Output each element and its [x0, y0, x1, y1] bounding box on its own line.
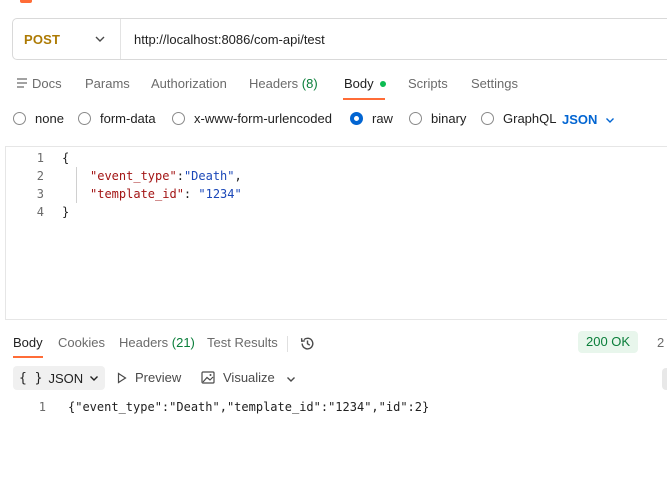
radio-label: binary	[431, 111, 467, 126]
code-line: "template_id": "1234"	[90, 187, 242, 201]
line-number: 2	[36, 169, 44, 183]
json-sep: :	[176, 169, 184, 183]
tab-body[interactable]: Body	[344, 76, 386, 91]
response-toolbar: { } JSON Preview Visualize	[0, 366, 667, 392]
tab-docs-label: Docs	[32, 76, 62, 91]
radio-raw[interactable]: raw	[350, 111, 393, 126]
body-indicator-dot	[379, 80, 386, 87]
radio-circle	[409, 112, 422, 125]
tab-headers-label: Headers	[249, 76, 299, 91]
radio-binary[interactable]: binary	[409, 111, 466, 126]
json-key: "event_type"	[90, 169, 177, 183]
chevron-down-icon	[95, 36, 105, 42]
json-key: "template_id"	[90, 187, 184, 201]
tab-params[interactable]: Params	[85, 76, 130, 91]
tab-settings[interactable]: Settings	[471, 76, 518, 91]
request-tabs: Docs Params Authorization Headers (8) Bo…	[0, 68, 667, 102]
format-label: JSON	[48, 370, 84, 386]
tab-docs[interactable]: Docs	[16, 76, 62, 91]
radio-label: GraphQL	[503, 111, 557, 126]
method-label: POST	[24, 31, 61, 47]
active-response-tab-underline	[13, 356, 43, 358]
format-select[interactable]: { } JSON	[13, 366, 106, 390]
preview-button[interactable]: Preview	[117, 370, 181, 385]
visualize-button[interactable]: Visualize	[201, 370, 275, 385]
line-number: 3	[36, 187, 44, 201]
request-bar: POST http://localhost:8086/com-api/test	[12, 18, 667, 60]
radio-circle	[13, 112, 26, 125]
chevron-down-icon[interactable]	[286, 374, 296, 384]
tab-scripts[interactable]: Scripts	[408, 76, 448, 91]
response-tab-body[interactable]: Body	[13, 335, 43, 350]
request-body-editor[interactable]: 1 { 2 "event_type":"Death", 3 "template_…	[5, 146, 667, 320]
partial-button-edge[interactable]	[662, 368, 667, 390]
tab-body-label: Body	[344, 76, 374, 91]
radio-form-data[interactable]: form-data	[78, 111, 156, 126]
tab-authorization[interactable]: Authorization	[151, 76, 227, 91]
code-line: }	[62, 205, 70, 219]
indent-guide	[76, 167, 77, 203]
radio-none[interactable]: none	[13, 111, 64, 126]
response-tab-cookies[interactable]: Cookies	[58, 335, 105, 350]
json-sep: :	[183, 187, 199, 201]
language-label: JSON	[562, 112, 598, 127]
tab-headers[interactable]: Headers (8)	[249, 76, 318, 91]
url-input[interactable]: http://localhost:8086/com-api/test	[121, 32, 325, 47]
response-tabs: Body Cookies Headers (21) Test Results 2…	[0, 330, 667, 358]
line-number: 4	[36, 205, 44, 219]
play-icon	[117, 371, 127, 384]
status-badge[interactable]: 200 OK	[578, 331, 639, 353]
json-value: "1234"	[198, 187, 242, 201]
response-headers-count: (21)	[171, 335, 195, 350]
active-tab-underline	[343, 98, 385, 100]
radio-label: raw	[372, 111, 393, 126]
preview-label: Preview	[135, 370, 182, 385]
history-icon[interactable]	[299, 335, 316, 352]
line-number: 1	[36, 151, 44, 165]
braces-icon: { }	[19, 370, 43, 386]
visualize-label: Visualize	[223, 370, 275, 385]
language-select[interactable]: JSON	[562, 112, 615, 127]
code-line: "event_type":"Death",	[90, 169, 242, 183]
radio-label: form-data	[100, 111, 156, 126]
response-body-viewer[interactable]: 1 {"event_type":"Death","template_id":"1…	[0, 398, 667, 418]
radio-label: x-www-form-urlencoded	[194, 111, 332, 126]
active-tab-accent	[20, 0, 32, 3]
method-select[interactable]: POST	[13, 19, 121, 59]
json-tail: ,	[234, 169, 242, 183]
tab-headers-count: (8)	[301, 76, 318, 91]
radio-graphql[interactable]: GraphQL	[481, 111, 556, 126]
radio-label: none	[35, 111, 64, 126]
body-type-options: none form-data x-www-form-urlencoded raw…	[0, 108, 667, 132]
divider	[287, 336, 288, 352]
line-number: 1	[38, 400, 46, 414]
response-tab-headers[interactable]: Headers (21)	[119, 335, 195, 350]
radio-circle	[78, 112, 91, 125]
response-tab-test-results[interactable]: Test Results	[207, 335, 278, 350]
docs-icon	[17, 78, 27, 88]
radio-circle	[172, 112, 185, 125]
chevron-down-icon	[606, 117, 615, 123]
image-icon	[201, 371, 215, 384]
top-strip	[0, 0, 667, 8]
json-value: "Death"	[183, 169, 235, 183]
radio-circle-selected	[350, 112, 363, 125]
code-line: {	[62, 151, 70, 165]
response-line: {"event_type":"Death","template_id":"123…	[68, 400, 430, 414]
radio-x-www-form-urlencoded[interactable]: x-www-form-urlencoded	[172, 111, 332, 126]
response-tab-headers-label: Headers	[119, 335, 169, 350]
chevron-down-icon	[90, 376, 99, 381]
radio-circle	[481, 112, 494, 125]
response-time: 2	[657, 335, 665, 350]
